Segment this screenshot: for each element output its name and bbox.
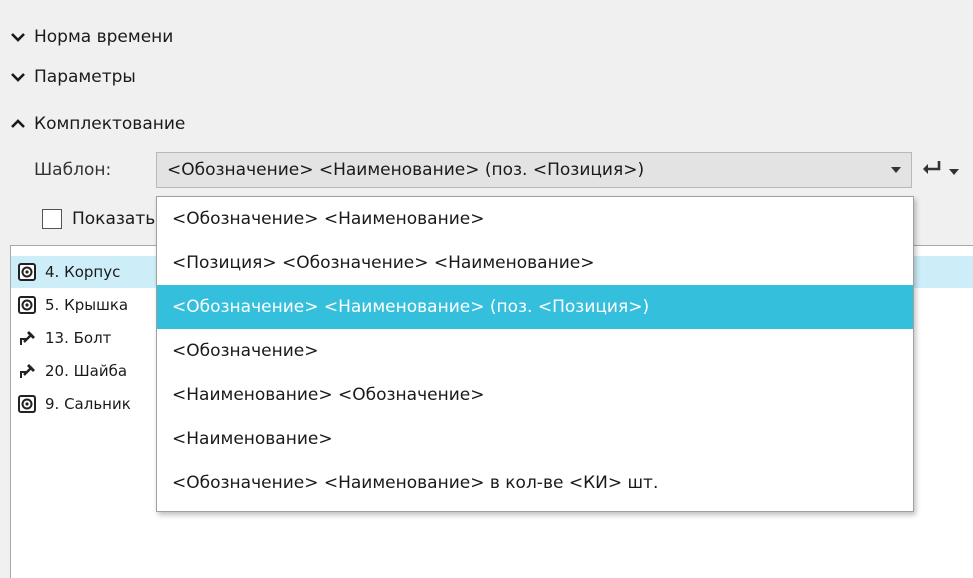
dropdown-option[interactable]: <Наименование> bbox=[157, 417, 913, 461]
list-item-label: 4. Корпус bbox=[45, 263, 121, 281]
dropdown-option[interactable]: <Позиция> <Обозначение> <Наименование> bbox=[157, 241, 913, 285]
template-dropdown-list: <Обозначение> <Наименование> <Позиция> <… bbox=[156, 196, 914, 512]
section-label: Норма времени bbox=[34, 27, 174, 47]
insert-dropdown-arrow-icon[interactable] bbox=[948, 161, 960, 180]
dropdown-arrow-icon[interactable] bbox=[881, 166, 911, 174]
section-parametry[interactable]: Параметры bbox=[0, 57, 973, 97]
show-checkbox-row[interactable]: Показать bbox=[42, 205, 162, 233]
standard-part-icon bbox=[17, 361, 37, 381]
part-icon bbox=[17, 394, 37, 414]
dropdown-option[interactable]: <Наименование> <Обозначение> bbox=[157, 373, 913, 417]
insert-template-button[interactable] bbox=[920, 156, 973, 184]
show-checkbox-label: Показать bbox=[72, 209, 156, 229]
section-komplektovanie[interactable]: Комплектование bbox=[0, 104, 973, 144]
list-item-label: 20. Шайба bbox=[45, 362, 128, 380]
properties-panel: Норма времени Параметры Комплектование Ш… bbox=[0, 0, 973, 578]
template-value: <Обозначение> <Наименование> (поз. <Пози… bbox=[167, 160, 645, 180]
part-icon bbox=[17, 262, 37, 282]
dropdown-option[interactable]: <Обозначение> <Наименование> в кол-ве <К… bbox=[157, 461, 913, 505]
chevron-up-icon bbox=[8, 114, 28, 134]
list-item-label: 9. Сальник bbox=[45, 395, 131, 413]
dropdown-option-selected[interactable]: <Обозначение> <Наименование> (поз. <Пози… bbox=[157, 285, 913, 329]
dropdown-option[interactable]: <Обозначение> bbox=[157, 329, 913, 373]
section-label: Параметры bbox=[34, 67, 136, 87]
section-norma-vremeni[interactable]: Норма времени bbox=[0, 17, 973, 57]
show-checkbox[interactable] bbox=[42, 209, 62, 229]
template-combobox[interactable]: <Обозначение> <Наименование> (поз. <Пози… bbox=[156, 152, 912, 188]
standard-part-icon bbox=[17, 328, 37, 348]
dropdown-option[interactable]: <Обозначение> <Наименование> bbox=[157, 197, 913, 241]
chevron-down-icon bbox=[8, 67, 28, 87]
list-item-label: 13. Болт bbox=[45, 329, 112, 347]
section-label: Комплектование bbox=[34, 114, 186, 134]
list-item-label: 5. Крышка bbox=[45, 296, 129, 314]
chevron-down-icon bbox=[8, 27, 28, 47]
template-label: Шаблон: bbox=[34, 160, 112, 180]
insert-enter-icon bbox=[920, 158, 944, 182]
part-icon bbox=[17, 295, 37, 315]
